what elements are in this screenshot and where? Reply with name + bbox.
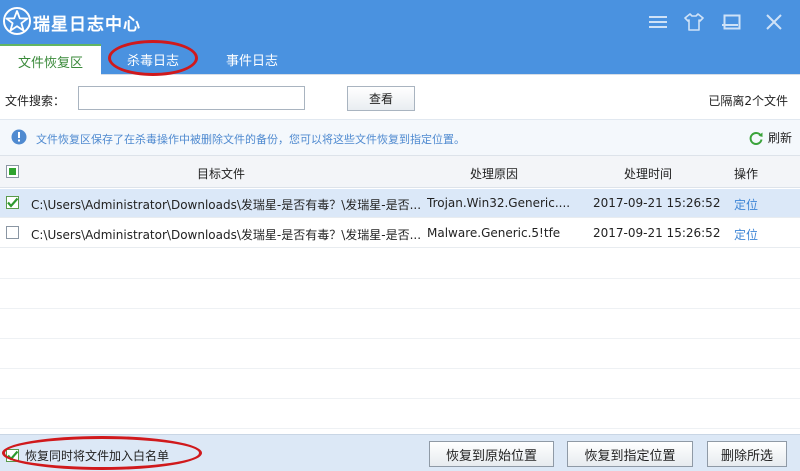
empty-row: [0, 279, 800, 309]
empty-row: [0, 339, 800, 369]
isolated-count: 已隔离2个文件: [708, 94, 788, 108]
close-icon[interactable]: [762, 10, 786, 34]
row-reason: Malware.Generic.5!tfe: [427, 226, 561, 240]
row-file-path: C:\Users\Administrator\Downloads\发瑞星-是否有…: [31, 198, 421, 212]
menu-icon[interactable]: [646, 10, 670, 34]
restore-specified-button[interactable]: 恢复到指定位置: [567, 441, 693, 467]
table-row[interactable]: C:\Users\Administrator\Downloads\发瑞星-是否有…: [0, 189, 800, 218]
restore-original-button[interactable]: 恢复到原始位置: [429, 441, 554, 467]
whitelist-checkbox[interactable]: [6, 449, 19, 462]
tab-antivirus-log[interactable]: 杀毒日志: [113, 44, 193, 75]
refresh-button[interactable]: 刷新: [748, 129, 792, 146]
rising-logo-icon: [3, 7, 31, 35]
empty-row: [0, 399, 800, 429]
refresh-icon: [749, 131, 763, 145]
view-button[interactable]: 查看: [347, 86, 415, 111]
search-input[interactable]: [78, 86, 305, 110]
shirt-icon[interactable]: [682, 10, 706, 34]
info-icon: [11, 129, 27, 145]
col-target-file: 目标文件: [197, 167, 246, 181]
select-all-checkbox[interactable]: [6, 165, 19, 178]
tab-event-log[interactable]: 事件日志: [212, 44, 292, 75]
table-header: 目标文件 处理原因 处理时间 操作: [0, 155, 800, 188]
delete-selected-button[interactable]: 删除所选: [707, 441, 787, 467]
footer-bar: 恢复同时将文件加入白名单 恢复到原始位置 恢复到指定位置 删除所选: [0, 434, 800, 471]
row-checkbox[interactable]: [6, 196, 19, 209]
maximize-icon[interactable]: [720, 10, 744, 34]
empty-row: [0, 249, 800, 279]
locate-link[interactable]: 定位: [734, 196, 758, 213]
refresh-label: 刷新: [767, 131, 792, 145]
table-row[interactable]: C:\Users\Administrator\Downloads\发瑞星-是否有…: [0, 219, 800, 248]
row-checkbox[interactable]: [6, 226, 19, 239]
row-time: 2017-09-21 15:26:52: [593, 226, 721, 240]
empty-row: [0, 309, 800, 339]
row-time: 2017-09-21 15:26:52: [593, 196, 721, 210]
row-file-path: C:\Users\Administrator\Downloads\发瑞星-是否有…: [31, 228, 421, 242]
col-time: 处理时间: [624, 167, 673, 181]
col-reason: 处理原因: [470, 167, 519, 181]
row-reason: Trojan.Win32.Generic....: [427, 196, 571, 210]
info-bar: 文件恢复区保存了在杀毒操作中被删除文件的备份，您可以将这些文件恢复到指定位置。 …: [0, 119, 800, 155]
col-action: 操作: [734, 167, 759, 181]
whitelist-label: 恢复同时将文件加入白名单: [25, 449, 170, 463]
app-title: 瑞星日志中心: [33, 15, 141, 35]
title-bar: 瑞星日志中心: [0, 0, 800, 44]
tab-strip: 文件恢复区 杀毒日志 事件日志: [0, 44, 800, 76]
info-text: 文件恢复区保存了在杀毒操作中被删除文件的备份，您可以将这些文件恢复到指定位置。: [36, 133, 465, 146]
tab-file-recovery[interactable]: 文件恢复区: [0, 44, 101, 76]
whitelist-option[interactable]: 恢复同时将文件加入白名单: [6, 447, 169, 464]
locate-link[interactable]: 定位: [734, 226, 758, 243]
empty-row: [0, 369, 800, 399]
search-label: 文件搜索：: [5, 94, 66, 108]
